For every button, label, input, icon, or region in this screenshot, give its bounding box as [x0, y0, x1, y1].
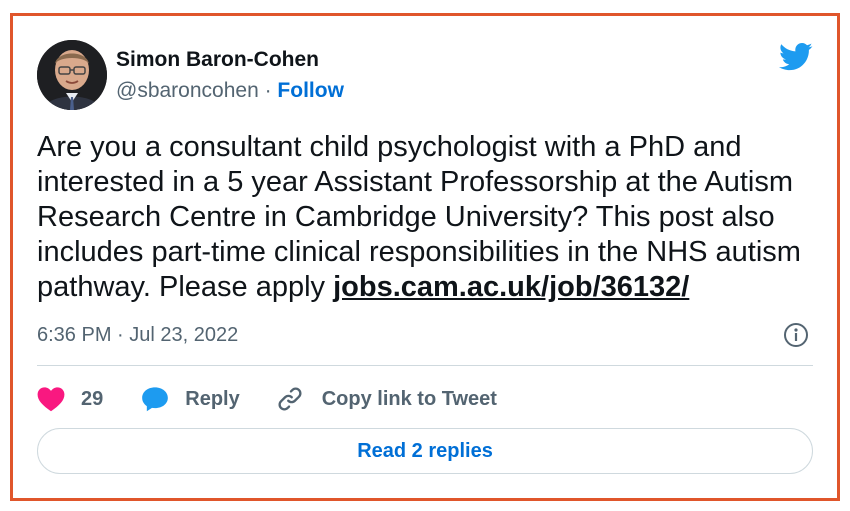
- copy-link-button[interactable]: Copy link to Tweet: [276, 385, 497, 413]
- like-button[interactable]: 29: [37, 386, 103, 412]
- heart-icon: [37, 387, 65, 412]
- action-bar: 29 Reply Copy link to Tweet: [37, 381, 497, 417]
- follow-button[interactable]: Follow: [277, 79, 344, 102]
- link-icon: [278, 387, 302, 411]
- author-meta: @sbaroncohen · Follow: [116, 79, 344, 103]
- read-replies-button[interactable]: Read 2 replies: [37, 428, 813, 474]
- copy-link-label: Copy link to Tweet: [321, 387, 497, 410]
- author-name[interactable]: Simon Baron-Cohen: [116, 48, 319, 72]
- info-icon[interactable]: [783, 322, 809, 348]
- meta-separator: ·: [258, 79, 278, 102]
- screenshot-frame: Simon Baron-Cohen @sbaroncohen · Follow …: [10, 13, 840, 501]
- speech-bubble-icon: [142, 387, 169, 412]
- divider: [37, 365, 813, 366]
- author-handle[interactable]: @sbaroncohen: [116, 79, 259, 102]
- like-count: 29: [81, 387, 104, 410]
- avatar-image: [37, 40, 107, 110]
- reply-button[interactable]: Reply: [141, 386, 240, 412]
- tweet-card: Simon Baron-Cohen @sbaroncohen · Follow …: [13, 16, 837, 498]
- twitter-bird-icon[interactable]: [779, 42, 813, 72]
- avatar[interactable]: [37, 40, 107, 110]
- job-link[interactable]: jobs.cam.ac.uk/job/36132/: [333, 271, 689, 303]
- tweet-timestamp[interactable]: 6:36 PM · Jul 23, 2022: [37, 324, 238, 347]
- reply-label: Reply: [185, 387, 240, 410]
- tweet-text: Are you a consultant child psychologist …: [37, 130, 827, 305]
